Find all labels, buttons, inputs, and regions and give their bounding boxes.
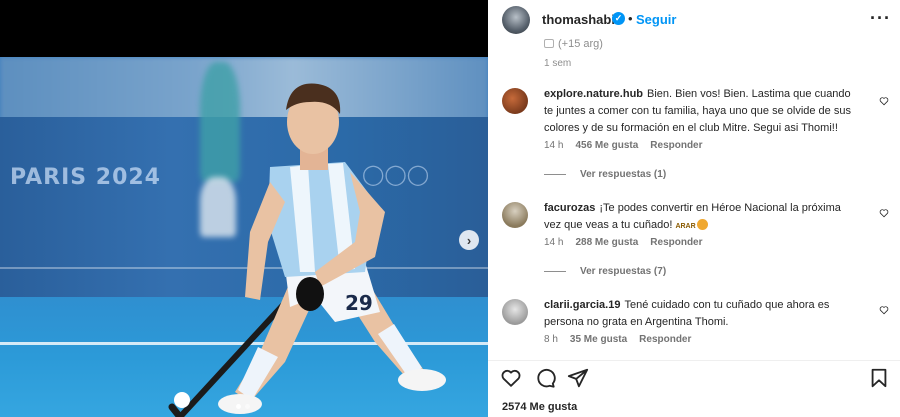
paris-sign: PARIS 2024	[10, 165, 161, 190]
heart-icon[interactable]	[879, 208, 889, 218]
post-details-panel: thomashabif ✓ • Seguir ··· (+15 arg) 1 s…	[488, 0, 900, 417]
reply-button[interactable]: Responder	[650, 140, 702, 151]
commenter-username[interactable]: explore.nature.hub	[544, 88, 643, 100]
carousel-dots	[236, 404, 250, 409]
comment-likes[interactable]: 288 Me gusta	[575, 237, 638, 248]
verified-badge-icon: ✓	[612, 12, 625, 25]
flag-emoji-icon: ARAR	[675, 223, 696, 230]
comment-body: facurozas ¡Te podes convertir en Héroe Na…	[544, 200, 854, 235]
heart-icon[interactable]	[879, 96, 889, 106]
comment-meta: 14 h 456 Me gusta Responder	[544, 140, 703, 151]
caption-partial: (+15 arg)	[544, 38, 603, 50]
carousel-dot[interactable]	[245, 404, 250, 409]
comment-time: 14 h	[544, 140, 564, 151]
comment-icon[interactable]	[534, 367, 556, 389]
carousel-next-button[interactable]: ›	[459, 230, 479, 250]
chevron-right-icon: ›	[466, 232, 472, 248]
caption-timestamp: 1 sem	[544, 58, 572, 69]
replies-line	[544, 271, 566, 272]
svg-text:29: 29	[345, 291, 373, 315]
view-replies-label: Ver respuestas (1)	[580, 169, 667, 180]
share-icon[interactable]	[567, 367, 589, 389]
view-replies-button[interactable]: Ver respuestas (7)	[544, 266, 666, 277]
carousel-dot[interactable]	[236, 404, 241, 409]
actions-divider	[488, 360, 900, 361]
comment-likes[interactable]: 456 Me gusta	[575, 140, 638, 151]
comment-body: clarii.garcia.19 Tené cuidado con tu cuña…	[544, 297, 854, 331]
lion-emoji-icon	[696, 219, 708, 230]
comment-time: 14 h	[544, 237, 564, 248]
header-separator: •	[628, 11, 633, 26]
olympic-rings-sign: ◯◯◯	[362, 162, 430, 186]
commenter-username[interactable]: clarii.garcia.19	[544, 299, 620, 311]
author-username[interactable]: thomashabif	[542, 12, 619, 27]
follow-button[interactable]: Seguir	[636, 12, 676, 27]
reply-button[interactable]: Responder	[650, 237, 702, 248]
post-actions	[488, 364, 900, 392]
author-avatar[interactable]	[502, 6, 530, 34]
likes-count[interactable]: 2574 Me gusta	[502, 401, 577, 413]
commenter-avatar[interactable]	[502, 299, 528, 325]
comment-body: explore.nature.hub Bien. Bien vos! Bien. …	[544, 86, 854, 137]
bookmark-icon[interactable]	[868, 367, 890, 389]
heart-icon[interactable]	[879, 305, 889, 315]
comment-meta: 8 h 35 Me gusta Responder	[544, 334, 691, 345]
commenter-username[interactable]: facurozas	[544, 202, 595, 214]
commenter-avatar[interactable]	[502, 202, 528, 228]
post-header: thomashabif ✓ • Seguir ···	[488, 0, 900, 40]
post-photo[interactable]: PARIS 2024 29 ◯◯◯	[0, 57, 488, 417]
commenter-avatar[interactable]	[502, 88, 528, 114]
heart-icon[interactable]	[500, 367, 522, 389]
replies-line	[544, 174, 566, 175]
view-replies-button[interactable]: Ver respuestas (1)	[544, 169, 666, 180]
comment-time: 8 h	[544, 334, 558, 345]
hockey-player-illustration: 29	[168, 83, 446, 417]
reply-button[interactable]: Responder	[639, 334, 691, 345]
comment-likes[interactable]: 35 Me gusta	[570, 334, 627, 345]
comment-meta: 14 h 288 Me gusta Responder	[544, 237, 703, 248]
caption-text: (+15 arg)	[558, 38, 603, 50]
emoji-icon	[544, 39, 554, 48]
view-replies-label: Ver respuestas (7)	[580, 266, 667, 277]
post-media: PARIS 2024 29 ◯◯◯ ›	[0, 0, 488, 417]
more-options-icon[interactable]: ···	[870, 8, 891, 29]
